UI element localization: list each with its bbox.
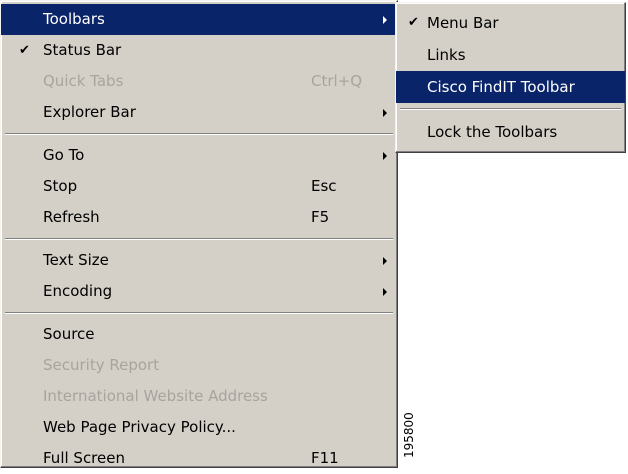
menu-item-label: Web Page Privacy Policy... <box>43 418 236 436</box>
menu-item-label: Security Report <box>43 356 160 374</box>
menu-item-label: Quick Tabs <box>43 72 124 90</box>
menu-item-quick-tabs: Quick Tabs Ctrl+Q <box>1 66 397 97</box>
menu-item-web-page-privacy-policy[interactable]: Web Page Privacy Policy... <box>1 412 397 443</box>
submenu-arrow-icon <box>383 257 387 265</box>
checkmark-icon: ✔ <box>19 43 30 58</box>
menu-item-go-to[interactable]: Go To <box>1 140 397 171</box>
menu-item-full-screen[interactable]: Full Screen F11 <box>1 443 397 474</box>
view-menu: Toolbars ✔ Status Bar Quick Tabs Ctrl+Q … <box>0 0 398 468</box>
menu-separator <box>1 128 397 140</box>
menu-item-status-bar[interactable]: ✔ Status Bar <box>1 35 397 66</box>
menu-item-refresh[interactable]: Refresh F5 <box>1 202 397 233</box>
menu-item-shortcut: Ctrl+Q <box>311 72 363 90</box>
menu-item-label: Refresh <box>43 208 100 226</box>
menu-item-encoding[interactable]: Encoding <box>1 276 397 307</box>
menu-item-toolbars[interactable]: Toolbars <box>1 4 397 35</box>
menu-item-label: Text Size <box>43 251 109 269</box>
toolbars-submenu: ✔ Menu Bar Links Cisco FindIT Toolbar Lo… <box>395 2 626 153</box>
submenu-item-cisco-findit-toolbar[interactable]: Cisco FindIT Toolbar <box>396 71 625 103</box>
submenu-arrow-icon <box>383 16 387 24</box>
menu-item-text-size[interactable]: Text Size <box>1 245 397 276</box>
menu-item-label: Explorer Bar <box>43 103 136 121</box>
submenu-item-links[interactable]: Links <box>396 39 625 71</box>
figure-number: 195800 <box>402 412 416 458</box>
submenu-arrow-icon <box>383 109 387 117</box>
menu-item-shortcut: Esc <box>311 177 337 195</box>
menu-item-source[interactable]: Source <box>1 319 397 350</box>
menu-separator <box>396 103 625 116</box>
checkmark-icon: ✔ <box>408 15 419 30</box>
menu-item-label: Menu Bar <box>427 14 499 32</box>
menu-item-label: Toolbars <box>43 10 105 28</box>
menu-item-stop[interactable]: Stop Esc <box>1 171 397 202</box>
menu-item-security-report: Security Report <box>1 350 397 381</box>
submenu-item-lock-toolbars[interactable]: Lock the Toolbars <box>396 116 625 148</box>
submenu-arrow-icon <box>383 288 387 296</box>
menu-item-label: Source <box>43 325 95 343</box>
menu-item-label: Full Screen <box>43 449 125 467</box>
menu-item-explorer-bar[interactable]: Explorer Bar <box>1 97 397 128</box>
menu-separator <box>1 307 397 319</box>
menu-item-label: Encoding <box>43 282 113 300</box>
menu-item-label: Cisco FindIT Toolbar <box>427 78 575 96</box>
submenu-item-menu-bar[interactable]: ✔ Menu Bar <box>396 7 625 39</box>
menu-item-label: Status Bar <box>43 41 122 59</box>
menu-item-label: Lock the Toolbars <box>427 123 558 141</box>
menu-item-shortcut: F5 <box>311 208 330 226</box>
menu-item-label: Links <box>427 46 466 64</box>
menu-item-shortcut: F11 <box>311 449 339 467</box>
submenu-arrow-icon <box>383 152 387 160</box>
menu-item-label: Go To <box>43 146 85 164</box>
menu-item-label: Stop <box>43 177 78 195</box>
menu-separator <box>1 233 397 245</box>
menu-item-international-website-address: International Website Address <box>1 381 397 412</box>
menu-item-label: International Website Address <box>43 387 268 405</box>
